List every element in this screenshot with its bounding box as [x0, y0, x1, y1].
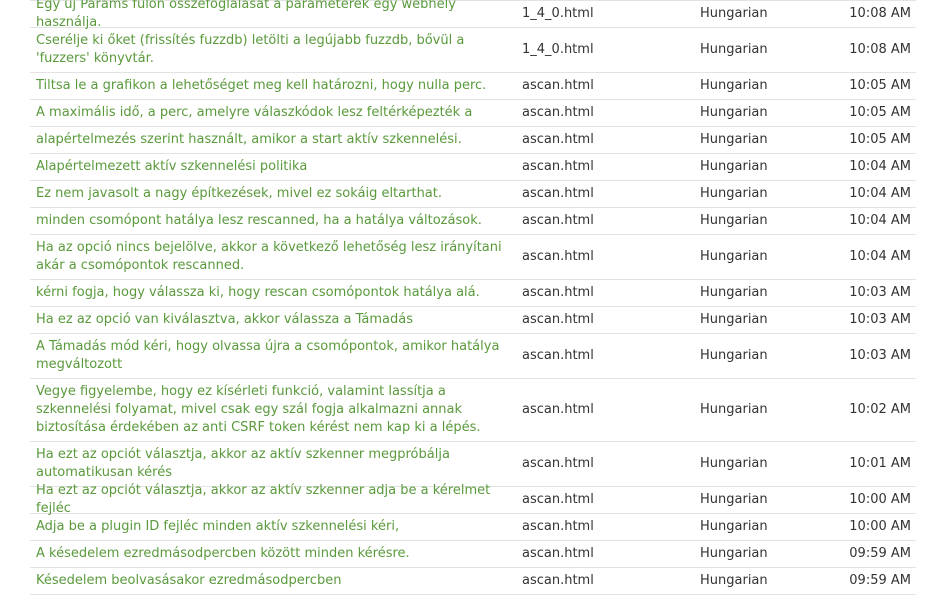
file-name: ascan.html — [522, 456, 594, 471]
timestamp: 10:05 AM — [849, 78, 911, 93]
translation-text-link[interactable]: Alapértelmezett aktív szkennelési politi… — [36, 154, 512, 180]
language: Hungarian — [700, 186, 768, 201]
table-row: Késedelem beolvasásakor ezredmásodpercbe… — [30, 568, 916, 595]
table-row: Ha az opció nincs bejelölve, akkor a köv… — [30, 235, 916, 280]
timestamp: 10:04 AM — [849, 159, 911, 174]
table-row: kérni fogja, hogy válassza ki, hogy resc… — [30, 280, 916, 307]
timestamp: 10:00 AM — [849, 492, 911, 507]
file-name: 1_4_0.html — [522, 6, 594, 21]
file-name: ascan.html — [522, 519, 594, 534]
translation-text-link[interactable]: Késedelem beolvasásakor ezredmásodpercbe… — [36, 568, 512, 594]
translation-text-link[interactable]: kérni fogja, hogy válassza ki, hogy resc… — [36, 280, 512, 306]
table-row: Ha ezt az opciót választja, akkor az akt… — [30, 483, 916, 516]
translation-text-link[interactable]: Egy új Params fülön összefoglalását a pa… — [36, 0, 512, 30]
file-name: ascan.html — [522, 78, 594, 93]
timestamp: 10:08 AM — [849, 42, 911, 57]
table-row: alapértelmezés szerint használt, amikor … — [30, 127, 916, 154]
language: Hungarian — [700, 519, 768, 534]
file-name: ascan.html — [522, 132, 594, 147]
timestamp: 10:01 AM — [849, 456, 911, 471]
language: Hungarian — [700, 573, 768, 588]
table-row: A Támadás mód kéri, hogy olvassa újra a … — [30, 334, 916, 379]
timestamp: 09:59 AM — [849, 546, 911, 561]
translation-text-link[interactable]: Cserélje ki őket (frissítés fuzzdb) letö… — [36, 28, 512, 72]
language: Hungarian — [700, 159, 768, 174]
translation-text-link[interactable]: Ha az opció nincs bejelölve, akkor a köv… — [36, 235, 512, 279]
table-row: Tiltsa le a grafikon a lehetőséget meg k… — [30, 73, 916, 100]
translation-text-link[interactable]: A maximális idő, a perc, amelyre válaszk… — [36, 100, 512, 126]
translations-table: Egy új Params fülön összefoglalását a pa… — [30, 0, 916, 595]
file-name: ascan.html — [522, 285, 594, 300]
file-name: 1_4_0.html — [522, 42, 594, 57]
timestamp: 09:59 AM — [849, 573, 911, 588]
translation-text-link[interactable]: A késedelem ezredmásodpercben között min… — [36, 541, 512, 567]
table-row: Cserélje ki őket (frissítés fuzzdb) letö… — [30, 28, 916, 73]
language: Hungarian — [700, 213, 768, 228]
file-name: ascan.html — [522, 492, 594, 507]
file-name: ascan.html — [522, 573, 594, 588]
file-name: ascan.html — [522, 213, 594, 228]
timestamp: 10:03 AM — [849, 312, 911, 327]
table-row: Egy új Params fülön összefoglalását a pa… — [30, 0, 916, 30]
language: Hungarian — [700, 546, 768, 561]
language: Hungarian — [700, 249, 768, 264]
file-name: ascan.html — [522, 546, 594, 561]
file-name: ascan.html — [522, 186, 594, 201]
timestamp: 10:05 AM — [849, 105, 911, 120]
language: Hungarian — [700, 312, 768, 327]
timestamp: 10:03 AM — [849, 285, 911, 300]
translation-text-link[interactable]: A Támadás mód kéri, hogy olvassa újra a … — [36, 334, 512, 378]
language: Hungarian — [700, 285, 768, 300]
file-name: ascan.html — [522, 348, 594, 363]
language: Hungarian — [700, 492, 768, 507]
timestamp: 10:08 AM — [849, 6, 911, 21]
table-row: Vegye figyelembe, hogy ez kísérleti funk… — [30, 379, 916, 442]
table-row: minden csomópont hatálya lesz rescanned,… — [30, 208, 916, 235]
timestamp: 10:02 AM — [849, 402, 911, 417]
language: Hungarian — [700, 348, 768, 363]
file-name: ascan.html — [522, 105, 594, 120]
language: Hungarian — [700, 132, 768, 147]
translation-text-link[interactable]: alapértelmezés szerint használt, amikor … — [36, 127, 512, 153]
language: Hungarian — [700, 402, 768, 417]
file-name: ascan.html — [522, 249, 594, 264]
timestamp: 10:04 AM — [849, 186, 911, 201]
translation-text-link[interactable]: Ha ezt az opciót választja, akkor az akt… — [36, 483, 512, 516]
translation-text-link[interactable]: Ha ezt az opciót választja, akkor az akt… — [36, 442, 512, 486]
language: Hungarian — [700, 6, 768, 21]
language: Hungarian — [700, 42, 768, 57]
table-row: Ez nem javasolt a nagy építkezések, mive… — [30, 181, 916, 208]
timestamp: 10:03 AM — [849, 348, 911, 363]
table-row: Ha ez az opció van kiválasztva, akkor vá… — [30, 307, 916, 334]
translation-text-link[interactable]: minden csomópont hatálya lesz rescanned,… — [36, 208, 512, 234]
language: Hungarian — [700, 105, 768, 120]
timestamp: 10:04 AM — [849, 213, 911, 228]
timestamp: 10:05 AM — [849, 132, 911, 147]
file-name: ascan.html — [522, 402, 594, 417]
translation-text-link[interactable]: Vegye figyelembe, hogy ez kísérleti funk… — [36, 379, 512, 441]
language: Hungarian — [700, 456, 768, 471]
translation-text-link[interactable]: Ez nem javasolt a nagy építkezések, mive… — [36, 181, 512, 207]
table-row: A maximális idő, a perc, amelyre válaszk… — [30, 100, 916, 127]
file-name: ascan.html — [522, 312, 594, 327]
file-name: ascan.html — [522, 159, 594, 174]
table-row: Alapértelmezett aktív szkennelési politi… — [30, 154, 916, 181]
table-row: Adja be a plugin ID fejléc minden aktív … — [30, 514, 916, 541]
timestamp: 10:04 AM — [849, 249, 911, 264]
translation-text-link[interactable]: Ha ez az opció van kiválasztva, akkor vá… — [36, 307, 512, 333]
table-row: A késedelem ezredmásodpercben között min… — [30, 541, 916, 568]
language: Hungarian — [700, 78, 768, 93]
translation-text-link[interactable]: Tiltsa le a grafikon a lehetőséget meg k… — [36, 73, 512, 99]
timestamp: 10:00 AM — [849, 519, 911, 534]
table-row: Ha ezt az opciót választja, akkor az akt… — [30, 442, 916, 487]
translation-text-link[interactable]: Adja be a plugin ID fejléc minden aktív … — [36, 514, 512, 540]
